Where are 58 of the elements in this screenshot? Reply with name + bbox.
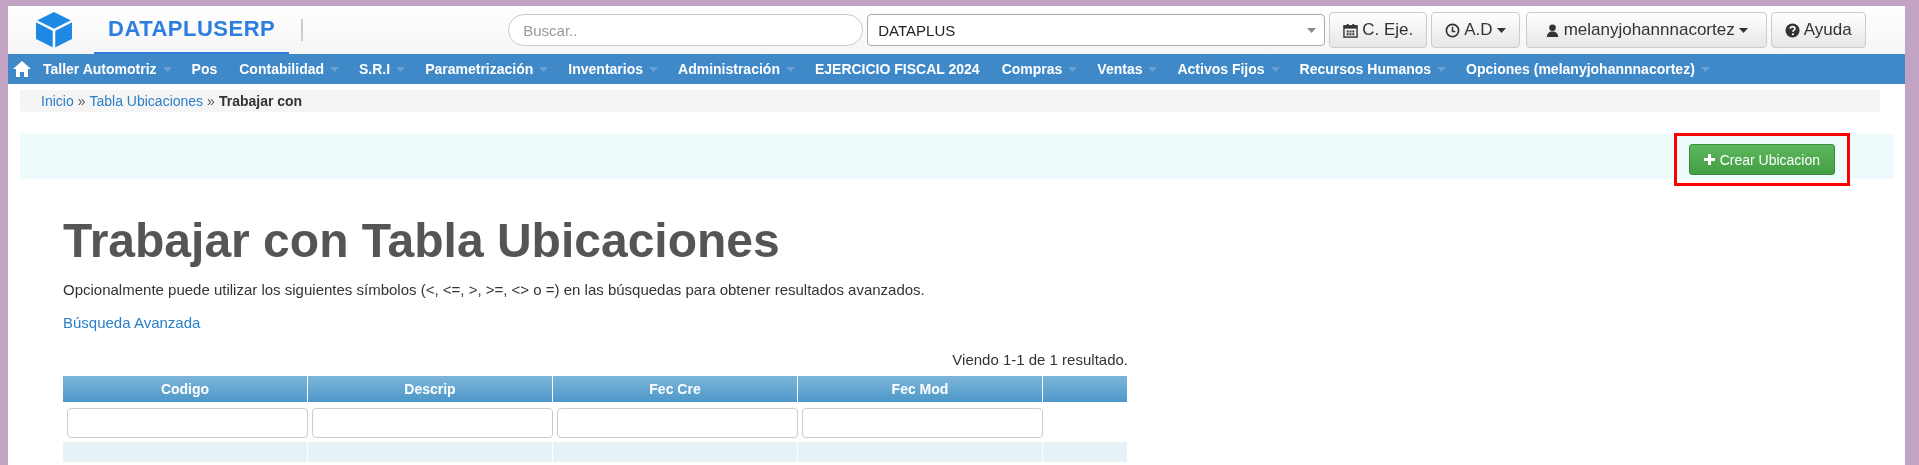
page-title: Trabajar con Tabla Ubicaciones xyxy=(63,215,781,268)
breadcrumb-link[interactable]: Tabla Ubicaciones xyxy=(89,93,204,109)
breadcrumb-separator: » xyxy=(77,93,86,109)
advanced-search-link[interactable]: Búsqueda Avanzada xyxy=(63,313,201,331)
cube-logo-icon xyxy=(34,11,74,49)
filter-field[interactable] xyxy=(67,407,308,438)
calendar-button[interactable]: C. Eje. xyxy=(1329,12,1428,48)
user-button[interactable]: melanyjohannnacortez xyxy=(1525,12,1767,48)
nav-menu-item[interactable]: Inventarios xyxy=(557,61,668,77)
clock-icon xyxy=(1445,22,1461,38)
nav-menu-item[interactable]: EJERCICIO FISCAL 2024 xyxy=(803,61,991,77)
nav-menu-item[interactable]: Opciones (melanyjohannnacortez) xyxy=(1455,61,1719,77)
help-icon xyxy=(1784,22,1800,38)
caret-icon xyxy=(1700,66,1710,72)
filter-field[interactable] xyxy=(557,407,798,438)
results-summary: Viendo 1-1 de 1 resultado. xyxy=(952,350,1128,368)
filter-field[interactable] xyxy=(802,407,1043,438)
description-text: Opcionalmente puede utilizar los siguientes símbolos (<, <=, >, >=, <> o =) en las búsquedas para obtener resultados avanzados. xyxy=(63,280,926,298)
create-location-button[interactable]: Crear Ubicacion xyxy=(1688,144,1835,175)
column-header[interactable]: Descrip xyxy=(308,375,553,402)
nav-menu-item[interactable]: Contabilidad xyxy=(228,61,349,77)
breadcrumb-link[interactable]: Inicio xyxy=(41,93,74,109)
breadcrumb-separator: » xyxy=(207,93,215,109)
caret-icon xyxy=(162,66,172,72)
caret-icon xyxy=(1437,66,1447,72)
nav-menu-item[interactable]: S.R.I xyxy=(348,61,415,77)
caret-icon xyxy=(1270,66,1280,72)
caret-icon xyxy=(396,66,406,72)
caret-icon xyxy=(1496,27,1506,33)
search-field[interactable]: Buscar.. xyxy=(508,14,864,46)
column-header[interactable]: Fec Cre xyxy=(553,375,798,402)
column-header[interactable]: Fec Mod xyxy=(798,375,1043,402)
nav-menu-item[interactable]: Administración xyxy=(667,61,804,77)
caret-icon xyxy=(649,66,659,72)
clock-button[interactable]: A.D xyxy=(1431,12,1520,48)
nav-menu-item[interactable]: Taller Automotriz xyxy=(32,61,181,77)
caret-icon xyxy=(539,66,549,72)
calendar-icon xyxy=(1343,22,1359,38)
nav-menu-item[interactable]: Parametrización xyxy=(414,61,558,77)
nav-menu-item[interactable]: Pos xyxy=(180,61,229,77)
caret-icon xyxy=(785,66,795,72)
caret-icon xyxy=(1738,27,1748,33)
caret-icon xyxy=(330,66,340,72)
help-button[interactable]: Ayuda xyxy=(1770,12,1866,48)
plus-icon xyxy=(1703,154,1715,165)
company-select[interactable]: DATAPLUS xyxy=(867,14,1326,46)
breadcrumb-current: Trabajar con xyxy=(218,93,303,109)
nav-menu-item[interactable]: Activos Fijos xyxy=(1166,61,1289,77)
nav-menu-item[interactable]: Compras xyxy=(990,61,1087,77)
filter-field[interactable] xyxy=(312,407,553,438)
nav-menu-item[interactable]: Recursos Humanos xyxy=(1288,61,1456,77)
user-icon xyxy=(1544,22,1560,38)
home-icon[interactable] xyxy=(12,60,32,78)
caret-icon xyxy=(1148,66,1158,72)
caret-icon xyxy=(1307,27,1317,33)
column-header[interactable]: Codigo xyxy=(63,375,308,402)
nav-menu-item[interactable]: Ventas xyxy=(1086,61,1167,77)
caret-icon xyxy=(1068,66,1078,72)
